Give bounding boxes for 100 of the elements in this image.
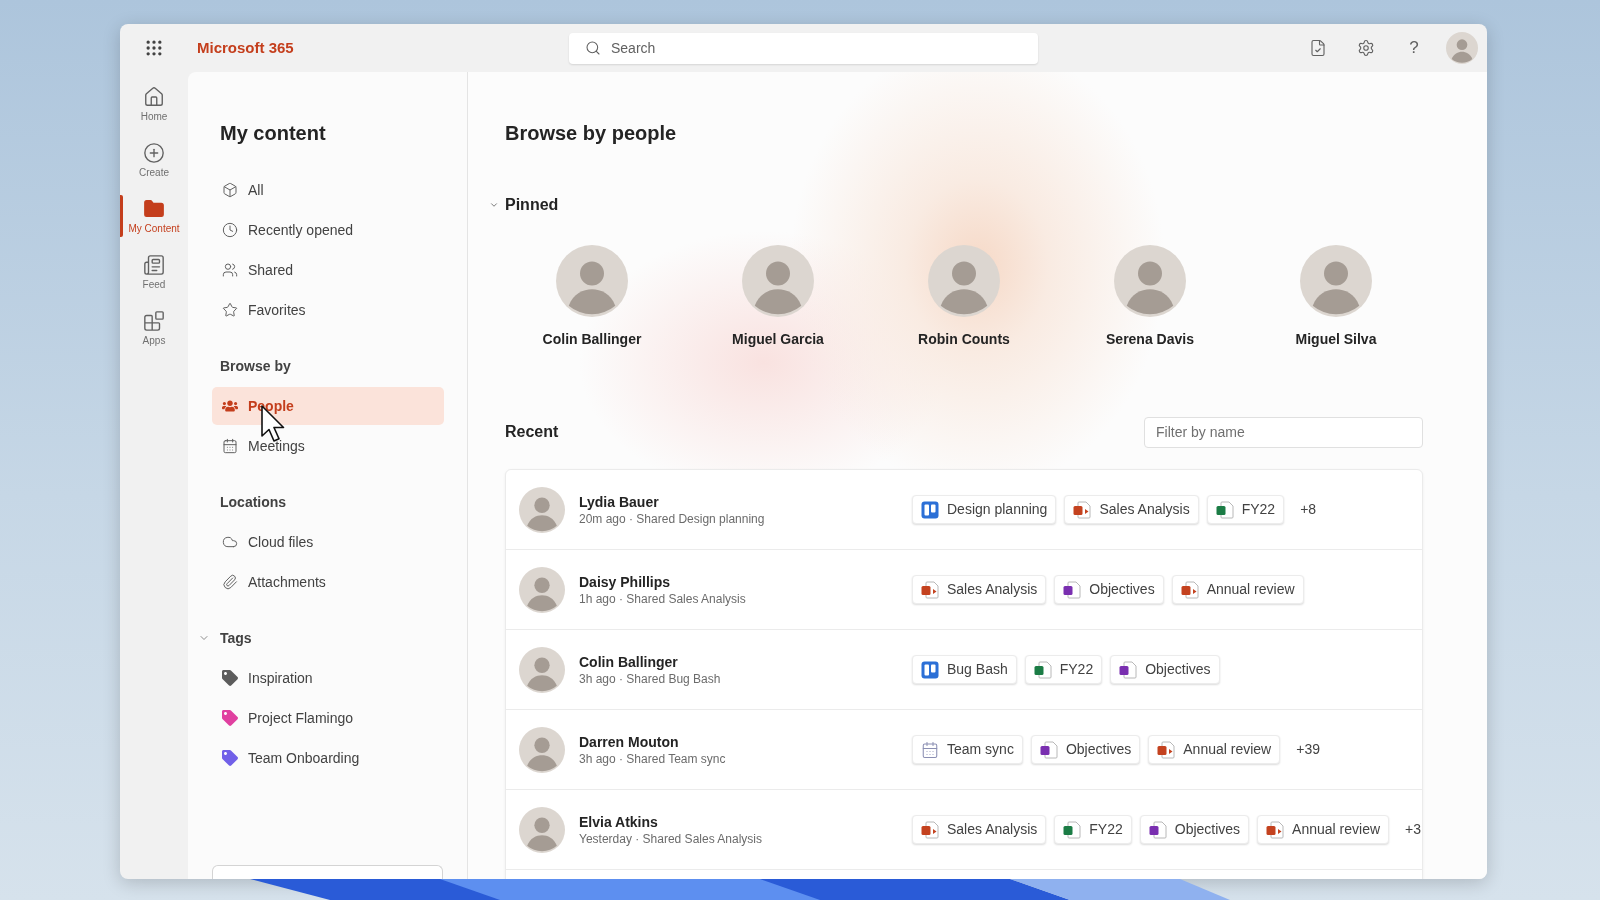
pinned-person[interactable]: Serena Davis <box>1057 245 1243 349</box>
nav-item[interactable]: Team Onboarding <box>212 739 444 777</box>
rail-item[interactable]: My Content <box>120 191 188 241</box>
section-heading: Recent <box>505 422 559 442</box>
section-toggle[interactable]: Pinned <box>489 193 559 217</box>
file-chip[interactable]: FY22 <box>1054 815 1132 844</box>
file-chip[interactable]: Sales Analysis <box>912 815 1047 844</box>
plus-circle-icon <box>143 141 165 164</box>
spreadsheet-file-icon <box>1063 820 1082 839</box>
board-icon <box>921 660 939 679</box>
section-toggle[interactable]: Tags <box>198 622 252 654</box>
file-chip[interactable]: Objectives <box>1110 655 1220 684</box>
more-count: +39 <box>1296 740 1320 759</box>
recent-row[interactable]: Colin Ballinger 3h ago · Shared Bug Bash Bug Bash FY22 Objectives <box>506 630 1422 710</box>
pinned-person[interactable]: Colin Ballinger <box>499 245 685 349</box>
file-chip[interactable]: Annual review <box>1171 575 1304 604</box>
cube-icon <box>222 182 238 198</box>
file-chip[interactable]: Objectives <box>1139 815 1250 844</box>
nav-item[interactable]: Project Flamingo <box>212 699 444 737</box>
activity-text: 3h ago · Shared Bug Bash <box>579 670 721 687</box>
filter-field[interactable]: Filter by name <box>1144 416 1423 448</box>
person-avatar-icon <box>742 245 814 317</box>
notebook-file-icon <box>1039 740 1058 759</box>
calendar-icon <box>222 438 238 454</box>
nav-item[interactable]: All <box>212 171 444 209</box>
recent-row[interactable]: Elvia Atkins Yesterday · Shared Sales Analysis Sales Analysis FY22 Objectives Annual review +3 <box>506 790 1422 870</box>
rail-item[interactable]: Feed <box>120 247 188 297</box>
rail-item[interactable]: Home <box>120 79 188 129</box>
file-chip[interactable]: Design planning <box>912 495 1057 524</box>
search-icon <box>585 40 601 56</box>
board-icon <box>921 500 939 519</box>
recent-row[interactable]: Lydia Bauer 20m ago · Shared Design planning Design planning Sales Analysis FY22 +8 <box>506 470 1422 550</box>
person-avatar-icon <box>1114 245 1186 317</box>
panel-title: My content <box>220 121 326 146</box>
nav-item[interactable]: Recently opened <box>212 211 444 249</box>
star-icon <box>222 302 238 318</box>
activity-text: 1h ago · Shared Sales Analysis <box>579 590 746 607</box>
nav-item[interactable]: Inspiration <box>212 659 444 697</box>
person-avatar-icon <box>1446 32 1478 64</box>
file-chip[interactable]: Team sync <box>912 735 1023 764</box>
newspaper-icon <box>143 253 165 276</box>
nav-item[interactable]: Meetings <box>212 427 444 465</box>
file-chip[interactable]: Bug Bash <box>912 655 1017 684</box>
person-avatar-icon <box>519 566 565 613</box>
people-icon <box>222 398 238 414</box>
activity-text: 3h ago · Shared Team sync <box>579 750 726 767</box>
activity-text: 20m ago · Shared Design planning <box>579 510 765 527</box>
person-avatar-icon <box>519 486 565 533</box>
apps-icon <box>143 309 165 332</box>
folder-icon <box>143 197 165 220</box>
rail-item[interactable]: Create <box>120 135 188 185</box>
nav-item[interactable]: Shared <box>212 251 444 289</box>
pinned-person[interactable]: Miguel Silva <box>1243 245 1429 349</box>
nav-item[interactable]: People <box>212 387 444 425</box>
file-chip[interactable]: Sales Analysis <box>1064 495 1199 524</box>
paperclip-icon <box>222 574 238 590</box>
cloud-icon <box>222 534 238 550</box>
file-chip[interactable]: Objectives <box>1054 575 1164 604</box>
home-icon <box>143 85 165 108</box>
presentation-file-icon <box>1157 740 1176 759</box>
recent-row[interactable]: Darren Mouton 3h ago · Shared Team sync Team sync Objectives Annual review +39 <box>506 710 1422 790</box>
more-count: +8 <box>1300 500 1317 519</box>
notebook-file-icon <box>1148 820 1167 839</box>
presentation-file-icon <box>1073 500 1092 519</box>
notebook-file-icon <box>1119 660 1138 679</box>
file-chip[interactable]: Annual review <box>1257 815 1390 844</box>
pinned-person[interactable]: Robin Counts <box>871 245 1057 349</box>
person-name: Lydia Bauer <box>579 492 660 511</box>
presentation-file-icon <box>921 820 939 839</box>
person-avatar-icon <box>928 245 1000 317</box>
document-check-icon <box>1309 39 1327 57</box>
notebook-file-icon <box>1063 580 1082 599</box>
nav-item[interactable]: Cloud files <box>212 523 444 561</box>
person-avatar-icon <box>519 646 565 693</box>
nav-item[interactable]: Attachments <box>212 563 444 601</box>
more-count: +3 <box>1405 820 1421 839</box>
nav-item[interactable]: Favorites <box>212 291 444 329</box>
presentation-file-icon <box>1266 820 1285 839</box>
file-chip[interactable]: Sales Analysis <box>912 575 1047 604</box>
clock-icon <box>222 222 238 238</box>
help-button[interactable]: ? <box>1398 32 1430 64</box>
person-avatar-icon <box>519 726 565 773</box>
file-chip[interactable]: FY22 <box>1206 495 1285 524</box>
rail-item[interactable]: Apps <box>120 303 188 353</box>
file-chip[interactable]: Objectives <box>1030 735 1141 764</box>
pinned-person[interactable]: Miguel Garcia <box>685 245 871 349</box>
person-name: Colin Ballinger <box>579 652 679 671</box>
search-field[interactable]: Search <box>569 32 1038 64</box>
file-chip[interactable]: FY22 <box>1024 655 1103 684</box>
section-heading: Browse by <box>220 356 291 376</box>
person-avatar-icon <box>1300 245 1372 317</box>
person-avatar-icon <box>556 245 628 317</box>
spreadsheet-file-icon <box>1215 500 1234 519</box>
recent-row[interactable]: Daisy Phillips 1h ago · Shared Sales Analysis Sales Analysis Objectives Annual review <box>506 550 1422 630</box>
activity-text: Yesterday · Shared Sales Analysis <box>579 830 762 847</box>
person-name: Daisy Phillips <box>579 572 672 591</box>
presentation-file-icon <box>1180 580 1199 599</box>
file-chip[interactable]: Annual review <box>1148 735 1281 764</box>
people-icon <box>222 262 238 278</box>
app-title: Microsoft 365 <box>197 37 294 58</box>
